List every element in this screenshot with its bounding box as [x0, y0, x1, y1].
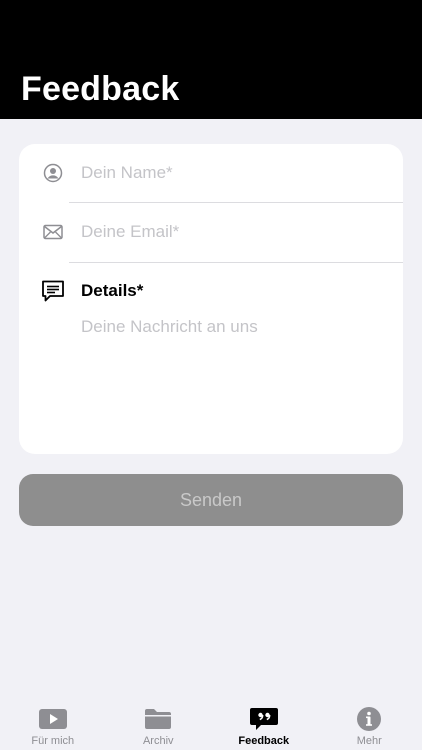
quote-bubble-icon: [249, 708, 278, 730]
divider: [69, 262, 403, 263]
send-button[interactable]: Senden: [19, 474, 403, 526]
page-title: Feedback: [21, 70, 180, 108]
details-textarea[interactable]: Deine Nachricht an uns: [81, 317, 258, 337]
play-icon: [38, 709, 67, 729]
name-input[interactable]: Dein Name*: [81, 163, 173, 183]
message-bubble-icon: [42, 280, 64, 302]
tab-fuer-mich[interactable]: Für mich: [0, 696, 106, 750]
email-field[interactable]: Deine Email*: [19, 203, 403, 261]
envelope-icon: [43, 224, 63, 240]
header-bar: Feedback: [0, 0, 422, 119]
email-input[interactable]: Deine Email*: [81, 222, 179, 242]
tab-bar: Für mich Archiv Feedback Mehr: [0, 696, 422, 750]
tab-archiv[interactable]: Archiv: [106, 696, 212, 750]
tab-label: Für mich: [31, 735, 75, 747]
tab-label: Archiv: [142, 735, 174, 747]
tab-feedback[interactable]: Feedback: [211, 696, 317, 750]
info-icon: [357, 707, 382, 731]
details-label: Details*: [81, 281, 144, 300]
folder-icon: [145, 709, 172, 729]
feedback-form-card: Dein Name* Deine Email* Details* Deine N…: [19, 144, 403, 454]
tab-label: Mehr: [356, 735, 382, 747]
tab-mehr[interactable]: Mehr: [317, 696, 422, 750]
person-icon: [43, 163, 63, 183]
tab-label: Feedback: [238, 735, 290, 747]
name-field[interactable]: Dein Name*: [19, 144, 403, 202]
